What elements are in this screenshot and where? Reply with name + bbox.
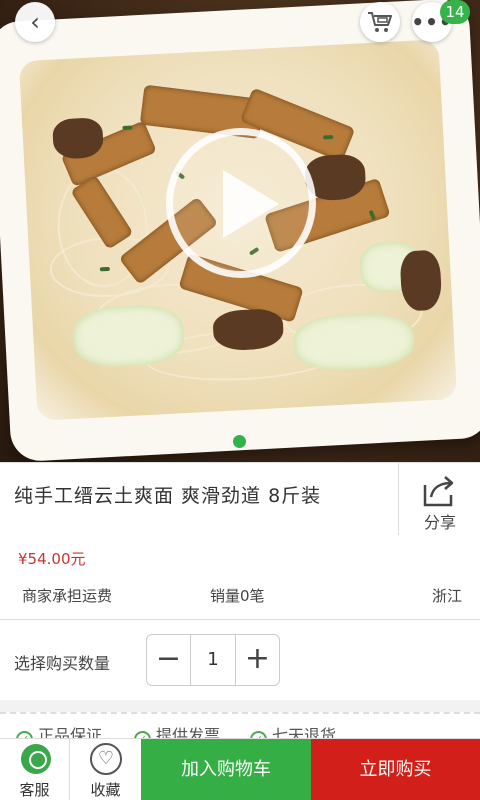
quantity-label: 选择购买数量: [14, 654, 111, 673]
favorite-label: 收藏: [90, 781, 121, 799]
bottom-action-bar: 客服 ♡ 收藏 加入购物车 立即购买: [0, 738, 480, 800]
buy-now-button[interactable]: 立即购买: [311, 739, 480, 800]
product-title: 纯手工缙云土爽面 爽滑劲道 8斤装: [14, 485, 322, 507]
chevron-left-icon: ‹: [30, 8, 40, 36]
product-title-row: 纯手工缙云土爽面 爽滑劲道 8斤装 分享: [0, 462, 480, 535]
sales-count: 销量0笔: [210, 587, 265, 605]
product-meta-row: 商家承担运费 销量0笔 浙江: [0, 578, 480, 618]
product-image-carousel[interactable]: [0, 0, 480, 462]
divider: [0, 619, 480, 620]
quantity-increase-button[interactable]: +: [235, 635, 279, 685]
shipping-info: 商家承担运费: [22, 587, 113, 605]
quantity-value[interactable]: 1: [191, 635, 235, 685]
video-play-button[interactable]: [166, 128, 316, 278]
ship-from-location: 浙江: [432, 587, 463, 605]
carousel-indicator-dot[interactable]: [233, 435, 246, 448]
customer-service-button[interactable]: 客服: [0, 739, 70, 800]
quantity-decrease-button[interactable]: −: [147, 635, 191, 685]
customer-service-icon: [21, 744, 51, 774]
customer-service-label: 客服: [19, 781, 50, 799]
favorite-button[interactable]: ♡ 收藏: [70, 739, 141, 800]
play-icon: [223, 170, 279, 238]
back-button[interactable]: ‹: [15, 2, 55, 42]
notification-badge: 14: [440, 0, 470, 24]
add-to-cart-button[interactable]: 加入购物车: [141, 739, 311, 800]
heart-icon: ♡: [90, 743, 122, 775]
cart-button[interactable]: [360, 2, 400, 42]
product-price: ¥54.00元: [18, 550, 86, 568]
share-button[interactable]: 分享: [398, 463, 480, 535]
cart-icon: [368, 12, 392, 32]
product-detail-page: ‹ ••• 14 纯手工缙云土爽面 爽滑劲道 8斤装 分享 ¥54.00元 商家…: [0, 0, 480, 800]
share-label: 分享: [423, 513, 456, 532]
share-icon: [423, 476, 454, 507]
quantity-stepper[interactable]: − 1 +: [146, 634, 280, 686]
